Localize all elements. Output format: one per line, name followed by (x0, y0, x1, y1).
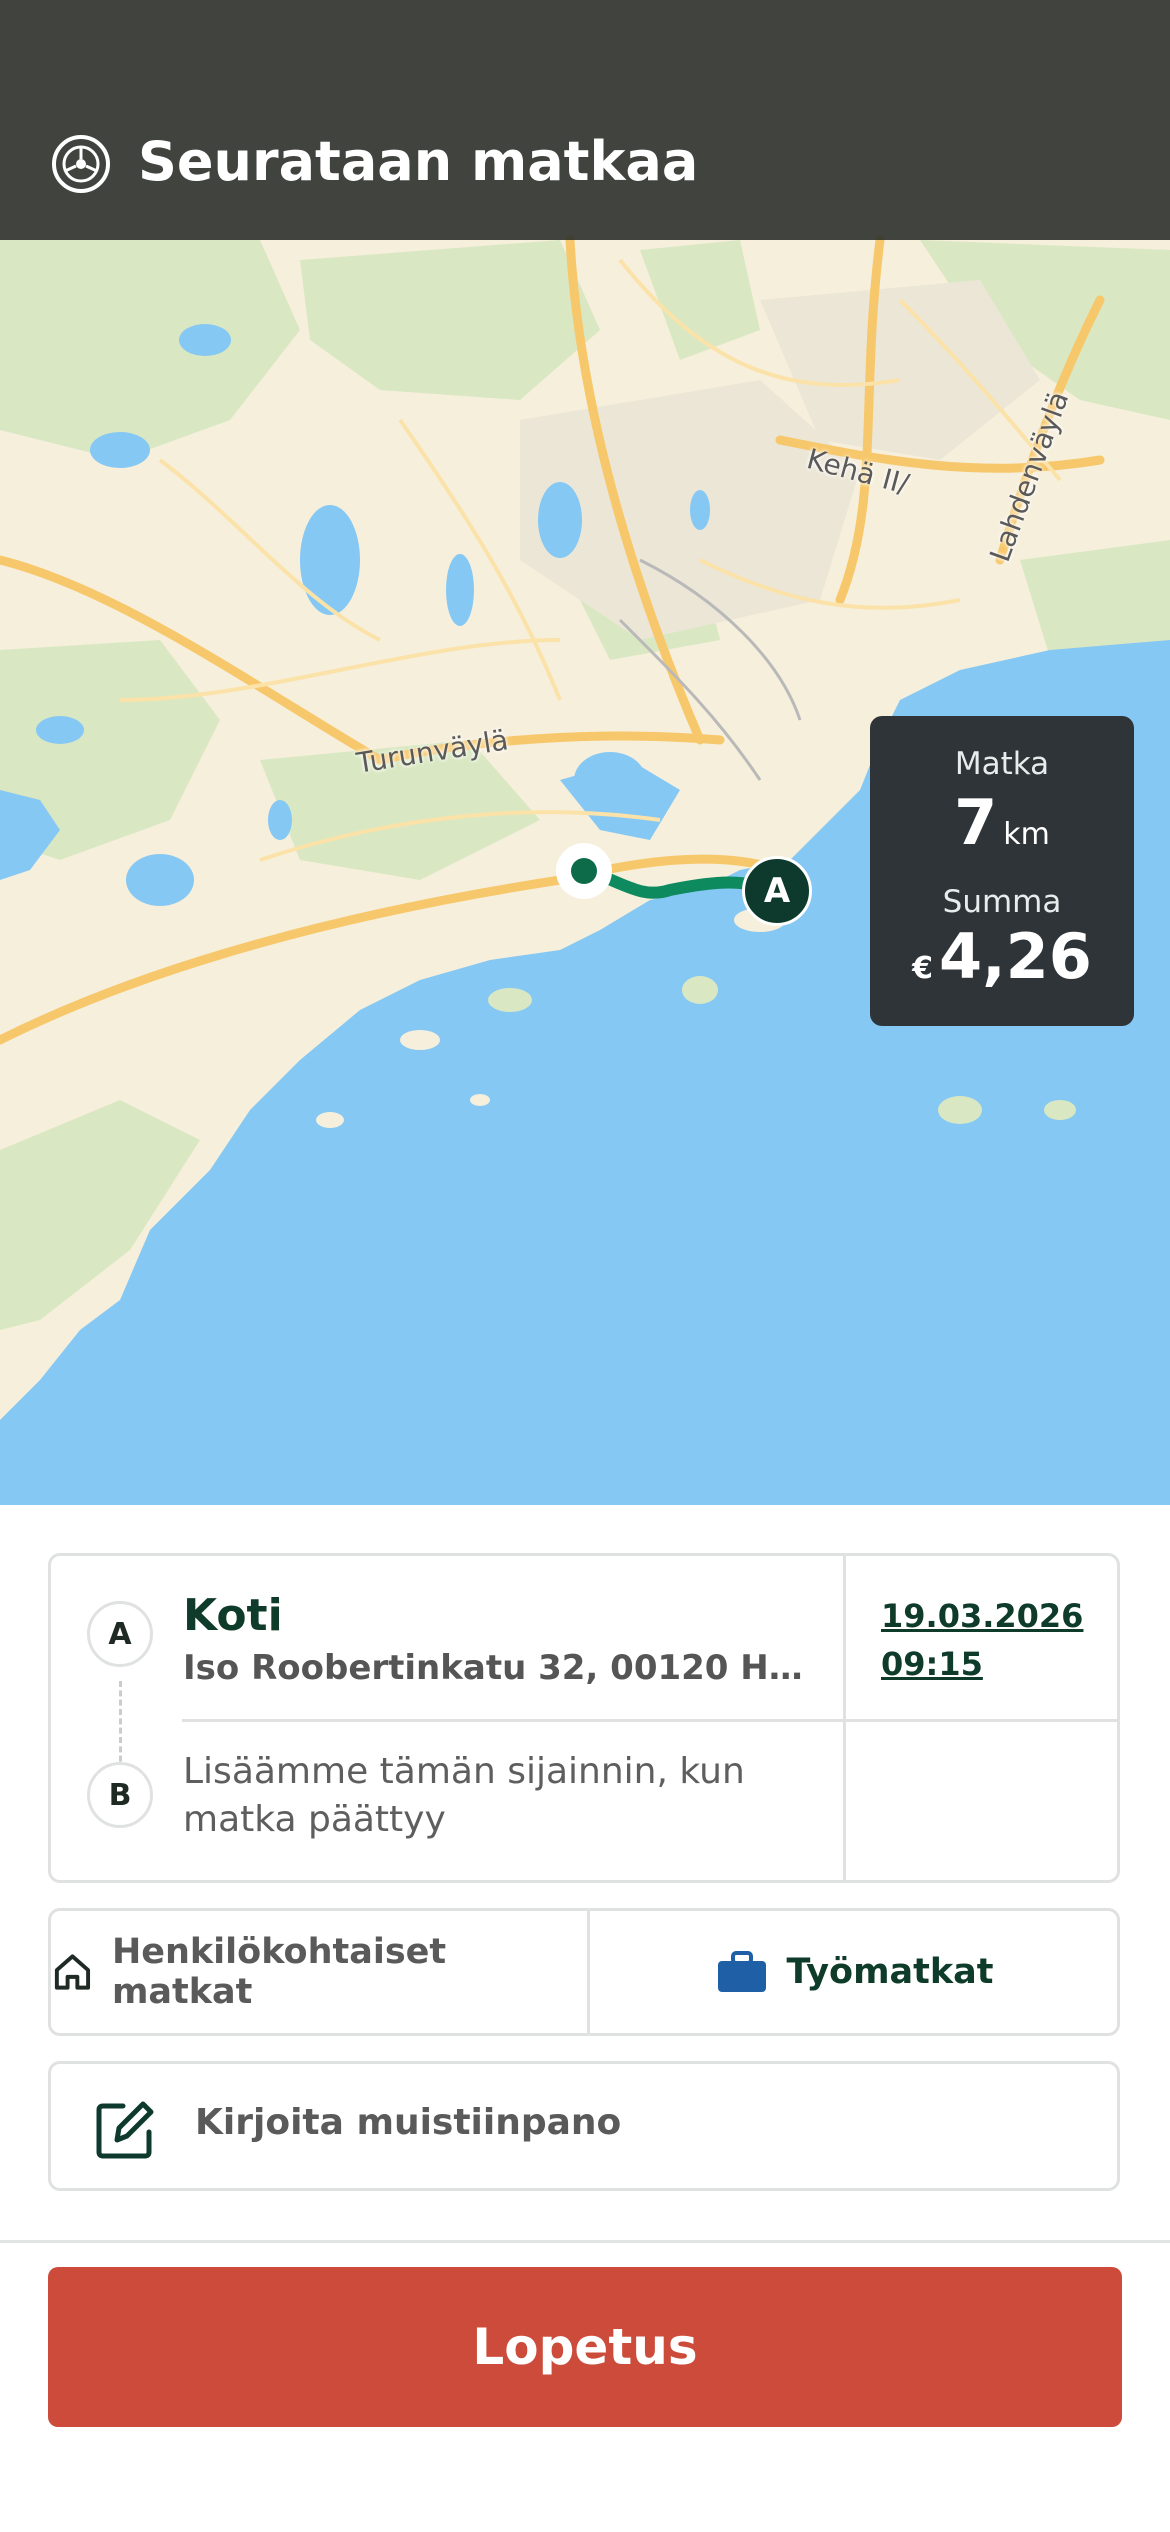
end-point-badge: B (87, 1762, 153, 1828)
trip-stats-card: Matka 7 km Summa €4,26 (870, 716, 1134, 1026)
note-field[interactable]: Kirjoita muistiinpano (48, 2061, 1120, 2191)
distance-unit: km (1003, 817, 1050, 852)
personal-trips-option[interactable]: Henkilökohtaiset matkat (51, 1911, 590, 2033)
note-placeholder: Kirjoita muistiinpano (195, 2102, 622, 2143)
page-title: Seurataan matkaa (138, 130, 699, 193)
distance-value: 7 km (870, 792, 1134, 854)
start-marker[interactable]: A (742, 856, 812, 926)
distance-label: Matka (954, 746, 1050, 782)
route-card: A B Koti Iso Roobertinkatu 32, 00120 Hel… (48, 1553, 1120, 1883)
sum-label: Summa (942, 884, 1062, 920)
route-card-divider-vertical (843, 1556, 846, 1880)
sum-value: €4,26 (870, 926, 1134, 988)
footer-divider (0, 2240, 1170, 2243)
trip-type-toggle: Henkilökohtaiset matkat Työmatkat (48, 1908, 1120, 2036)
stop-trip-button[interactable]: Lopetus (48, 2267, 1122, 2427)
start-point-badge: A (87, 1601, 153, 1667)
start-time[interactable]: 09:15 (881, 1640, 1083, 1688)
home-icon (54, 1954, 91, 1990)
route-card-divider-horizontal (182, 1719, 1120, 1722)
start-date[interactable]: 19.03.2026 (881, 1592, 1083, 1640)
distance-number: 7 (954, 786, 998, 859)
personal-trips-label: Henkilökohtaiset matkat (111, 1932, 447, 2012)
start-datetime[interactable]: 19.03.2026 09:15 (881, 1592, 1083, 1688)
route-connector (119, 1681, 122, 1771)
edit-note-icon (96, 2101, 154, 2159)
work-trips-label: Työmatkat (786, 1952, 994, 1992)
app-header: Seurataan matkaa (0, 0, 1170, 240)
steering-wheel-icon (52, 135, 110, 193)
currency-symbol: € (912, 951, 933, 986)
start-location-title[interactable]: Koti (183, 1590, 283, 1641)
start-marker-label: A (763, 871, 791, 911)
sum-number: 4,26 (938, 920, 1092, 993)
start-location-address[interactable]: Iso Roobertinkatu 32, 00120 Helsinki (183, 1648, 823, 1688)
briefcase-icon (718, 1951, 767, 1992)
end-location-placeholder: Lisäämme tämän sijainnin, kun matka päät… (183, 1751, 745, 1840)
work-trips-option[interactable]: Työmatkat (590, 1911, 1120, 2033)
